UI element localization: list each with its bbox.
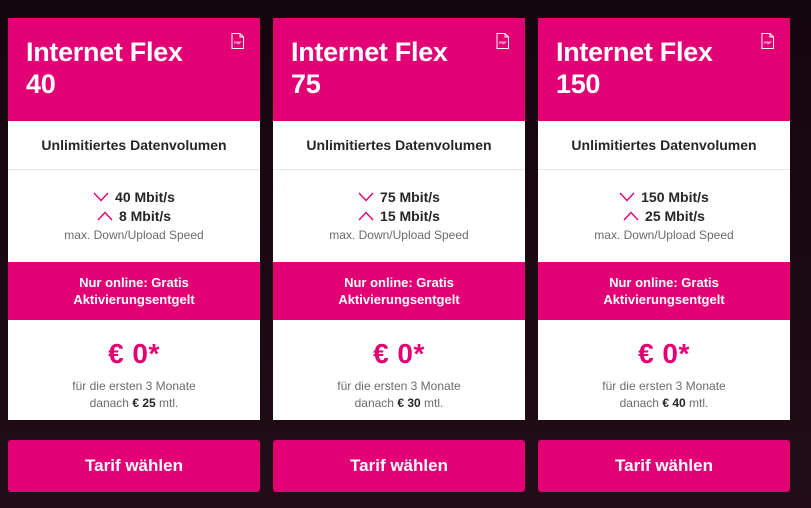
regular-price: € 40 [662, 396, 686, 410]
download-speed: 150 Mbit/s [641, 189, 709, 205]
download-speed: 75 Mbit/s [380, 189, 440, 205]
download-speed: 40 Mbit/s [115, 189, 175, 205]
price-note-prefix: danach [89, 396, 129, 410]
promo-line-2: Aktivierungsentgelt [338, 292, 460, 307]
select-tariff-button[interactable]: Tarif wählen [8, 440, 260, 492]
upload-speed-row: 25 Mbit/s [538, 207, 790, 225]
speed-section: 75 Mbit/s 15 Mbit/s max. Down/Upload Spe… [273, 170, 525, 262]
promo-line-2: Aktivierungsentgelt [603, 292, 725, 307]
speed-section: 40 Mbit/s 8 Mbit/s max. Down/Upload Spee… [8, 170, 260, 262]
data-volume-label: Unlimitiertes Datenvolumen [538, 121, 790, 170]
download-speed-row: 40 Mbit/s [8, 188, 260, 206]
price-note-line-2: danach € 40 mtl. [538, 395, 790, 412]
chevron-up-icon [358, 211, 374, 221]
select-tariff-button[interactable]: Tarif wählen [538, 440, 790, 492]
upload-speed: 15 Mbit/s [380, 208, 440, 224]
price-note-suffix: mtl. [159, 396, 179, 410]
online-promo-banner: Nur online: Gratis Aktivierungsentgelt [538, 262, 790, 320]
tariff-speed-tier: 150 [556, 69, 601, 99]
svg-text:PDF: PDF [234, 41, 242, 45]
upload-speed-row: 15 Mbit/s [273, 207, 525, 225]
svg-text:PDF: PDF [499, 41, 507, 45]
upload-speed: 8 Mbit/s [118, 208, 172, 224]
tariff-title: Internet Flex 75 [291, 36, 491, 100]
chevron-up-icon [623, 211, 639, 221]
svg-text:PDF: PDF [764, 41, 772, 45]
chevron-down-icon [358, 192, 374, 202]
promo-line-1: Nur online: Gratis [344, 275, 454, 290]
pdf-icon[interactable]: PDF [496, 33, 509, 49]
upload-speed: 25 Mbit/s [645, 208, 705, 224]
promo-line-1: Nur online: Gratis [609, 275, 719, 290]
speed-caption: max. Down/Upload Speed [64, 228, 204, 242]
price-value: € 0* [638, 338, 690, 369]
price-note-line-2: danach € 30 mtl. [273, 395, 525, 412]
download-speed-row: 150 Mbit/s [538, 188, 790, 206]
online-promo-banner: Nur online: Gratis Aktivierungsentgelt [273, 262, 525, 320]
data-volume-label: Unlimitiertes Datenvolumen [273, 121, 525, 170]
tariff-card-flex-150: Internet Flex 150 PDF Unlimitiertes Date… [538, 18, 790, 420]
download-speed-row: 75 Mbit/s [273, 188, 525, 206]
pdf-icon[interactable]: PDF [761, 33, 774, 49]
tariff-speed-tier: 75 [291, 69, 321, 99]
price-section: € 0* für die ersten 3 Monate danach € 40… [538, 320, 790, 420]
promo-line-2: Aktivierungsentgelt [73, 292, 195, 307]
price-note-prefix: danach [619, 396, 659, 410]
tariff-name: Internet Flex [556, 37, 713, 67]
promo-line-1: Nur online: Gratis [79, 275, 189, 290]
price-note-suffix: mtl. [689, 396, 709, 410]
pdf-icon[interactable]: PDF [231, 33, 244, 49]
speed-caption: max. Down/Upload Speed [329, 228, 469, 242]
tariff-card-flex-40: Internet Flex 40 PDF Unlimitiertes Daten… [8, 18, 260, 420]
chevron-up-icon [97, 211, 113, 221]
price-note: für die ersten 3 Monate danach € 40 mtl. [538, 378, 790, 412]
tariff-header: Internet Flex 150 PDF [538, 18, 790, 121]
speed-section: 150 Mbit/s 25 Mbit/s max. Down/Upload Sp… [538, 170, 790, 262]
price-note-line-1: für die ersten 3 Monate [602, 379, 726, 393]
data-volume-label: Unlimitiertes Datenvolumen [8, 121, 260, 170]
upload-speed-row: 8 Mbit/s [8, 207, 260, 225]
chevron-down-icon [619, 192, 635, 202]
chevron-down-icon [93, 192, 109, 202]
tariff-title: Internet Flex 150 [556, 36, 756, 100]
price-note: für die ersten 3 Monate danach € 25 mtl. [8, 378, 260, 412]
tariff-name: Internet Flex [291, 37, 448, 67]
price-note-suffix: mtl. [424, 396, 444, 410]
price-section: € 0* für die ersten 3 Monate danach € 30… [273, 320, 525, 420]
tariff-speed-tier: 40 [26, 69, 56, 99]
price-note-line-1: für die ersten 3 Monate [72, 379, 196, 393]
price-note-line-2: danach € 25 mtl. [8, 395, 260, 412]
price-note-line-1: für die ersten 3 Monate [337, 379, 461, 393]
regular-price: € 30 [397, 396, 421, 410]
price-note-prefix: danach [354, 396, 394, 410]
price-section: € 0* für die ersten 3 Monate danach € 25… [8, 320, 260, 420]
tariff-card-flex-75: Internet Flex 75 PDF Unlimitiertes Daten… [273, 18, 525, 420]
tariff-header: Internet Flex 75 PDF [273, 18, 525, 121]
tariff-name: Internet Flex [26, 37, 183, 67]
speed-caption: max. Down/Upload Speed [594, 228, 734, 242]
price-value: € 0* [373, 338, 425, 369]
tariff-title: Internet Flex 40 [26, 36, 226, 100]
tariff-header: Internet Flex 40 PDF [8, 18, 260, 121]
regular-price: € 25 [132, 396, 156, 410]
price-note: für die ersten 3 Monate danach € 30 mtl. [273, 378, 525, 412]
select-tariff-button[interactable]: Tarif wählen [273, 440, 525, 492]
online-promo-banner: Nur online: Gratis Aktivierungsentgelt [8, 262, 260, 320]
price-value: € 0* [108, 338, 160, 369]
